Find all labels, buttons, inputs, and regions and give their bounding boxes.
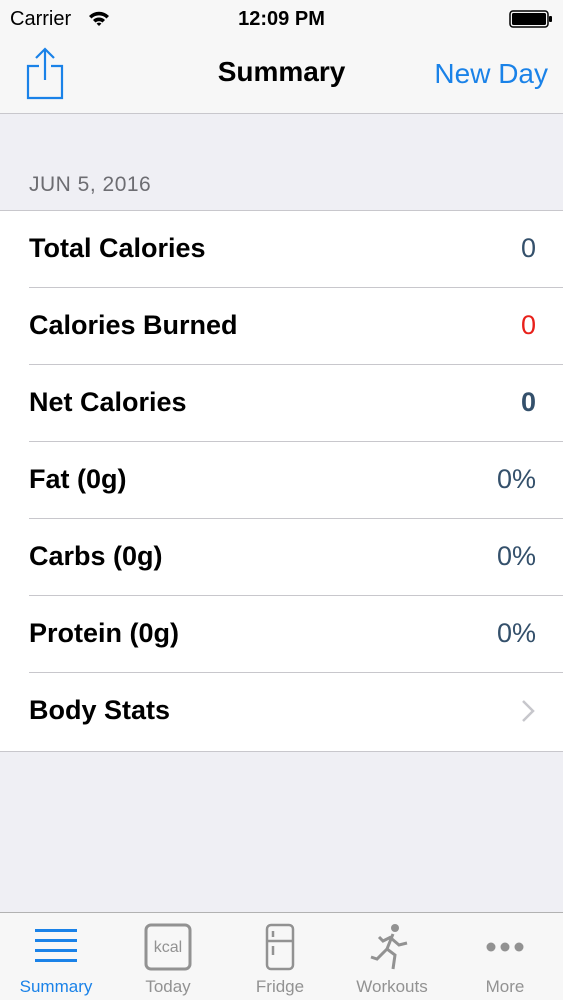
- kcal-icon: kcal: [144, 923, 192, 971]
- row-value: 0%: [496, 541, 536, 571]
- date-section-header: JUN 5, 2016: [29, 173, 152, 196]
- tab-label: Workouts: [356, 977, 428, 996]
- tab-label: Summary: [19, 977, 93, 996]
- row-label: Body Stats: [29, 695, 171, 725]
- svg-text:kcal: kcal: [154, 939, 182, 956]
- row-label: Net Calories: [29, 387, 187, 417]
- row-net-calories[interactable]: Net Calories 0: [0, 365, 563, 442]
- tab-more[interactable]: More: [449, 913, 561, 1000]
- tab-today[interactable]: kcal Today: [112, 913, 224, 1000]
- tab-bar: Summary kcal Today Fridge Workouts More: [0, 912, 563, 1000]
- row-label: Total Calories: [29, 233, 206, 263]
- runner-icon: [370, 924, 408, 970]
- row-calories-burned[interactable]: Calories Burned 0: [0, 288, 563, 365]
- chevron-right-icon: [522, 700, 535, 722]
- row-body-stats[interactable]: Body Stats: [0, 673, 563, 750]
- fridge-icon: [265, 923, 295, 971]
- row-label: Fat (0g): [29, 464, 127, 494]
- row-label: Carbs (0g): [29, 541, 163, 571]
- row-protein[interactable]: Protein (0g) 0%: [0, 596, 563, 673]
- tab-workouts[interactable]: Workouts: [336, 913, 448, 1000]
- row-value: 0%: [496, 464, 536, 494]
- row-label: Calories Burned: [29, 310, 238, 340]
- row-value: 0: [520, 387, 536, 417]
- row-fat[interactable]: Fat (0g) 0%: [0, 442, 563, 519]
- row-total-calories[interactable]: Total Calories 0: [0, 211, 563, 288]
- tab-label: Fridge: [255, 977, 305, 996]
- navigation-bar: Summary New Day: [0, 38, 563, 114]
- row-value: 0%: [496, 618, 536, 648]
- tab-label: Today: [145, 977, 191, 996]
- row-value: 0: [520, 310, 536, 340]
- more-icon: [486, 942, 524, 952]
- list-icon: [35, 929, 77, 962]
- tab-fridge[interactable]: Fridge: [224, 913, 336, 1000]
- status-bar: Carrier 12:09 PM: [0, 0, 563, 38]
- row-label: Protein (0g): [29, 618, 180, 648]
- row-value: 0: [520, 233, 536, 263]
- tab-summary[interactable]: Summary: [0, 913, 112, 1000]
- summary-table: Total Calories 0 Calories Burned 0 Net C…: [0, 210, 563, 752]
- row-carbs[interactable]: Carbs (0g) 0%: [0, 519, 563, 596]
- new-day-button[interactable]: New Day: [434, 58, 548, 90]
- battery-icon: [509, 10, 552, 28]
- status-time: 12:09 PM: [238, 8, 325, 30]
- tab-label: More: [485, 977, 525, 996]
